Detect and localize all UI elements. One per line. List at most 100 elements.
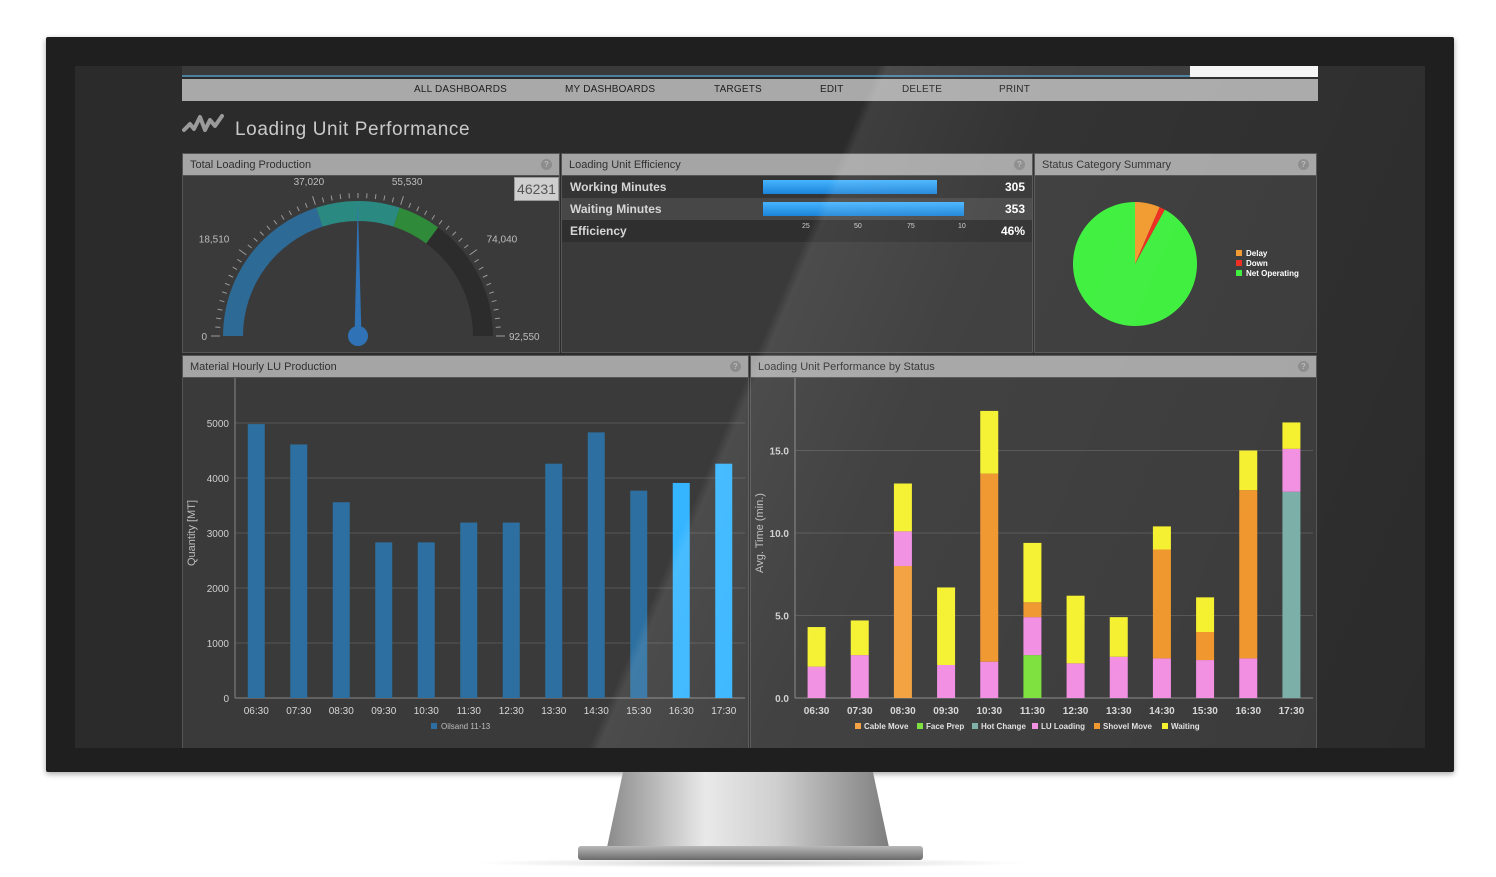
y-axis-label: Avg. Time (min.) [754, 493, 766, 573]
x-tick-label: 11:30 [457, 706, 482, 717]
stacked-segment [1196, 597, 1215, 632]
material-bar [375, 542, 393, 698]
x-tick-label: 09:30 [933, 706, 959, 717]
stacked-segment [1023, 617, 1042, 656]
gauge-tick [339, 194, 342, 200]
gauge-tick [259, 231, 264, 236]
gauge-tick [253, 237, 258, 242]
gauge-tick [416, 206, 420, 212]
material-bar [587, 432, 605, 698]
stacked-segment [1282, 448, 1301, 492]
y-tick-label: 0.0 [775, 694, 789, 705]
gauge-tick [438, 220, 443, 225]
legend-swatch [1236, 250, 1242, 256]
monitor-screen: ALL DASHBOARDS MY DASHBOARDS TARGETS EDI… [75, 66, 1425, 748]
help-icon[interactable]: ? [1298, 159, 1309, 170]
stacked-segment [1066, 595, 1085, 664]
gauge-tick [219, 299, 225, 303]
gauge-tick [247, 244, 252, 249]
nav-my-dashboards[interactable]: MY DASHBOARDS [565, 84, 655, 95]
stacked-segment [937, 587, 956, 665]
x-tick-label: 06:30 [244, 706, 269, 717]
gauge-tick [452, 231, 457, 236]
gauge-tick-label: 0 [201, 332, 207, 343]
gauge-tick [280, 214, 285, 220]
y-tick-label: 10.0 [770, 529, 790, 540]
x-tick-label: 14:30 [584, 706, 609, 717]
legend-label: Hot Change [981, 722, 1026, 731]
total-production-panel: Total Loading Production ? 0 18,510 37,020… [182, 153, 560, 353]
row-label: Working Minutes [570, 180, 667, 194]
gauge-tick [232, 266, 238, 270]
x-tick-label: 13:30 [541, 706, 566, 717]
gauge-tick [489, 291, 495, 294]
y-tick-label: 1000 [207, 639, 230, 650]
help-icon[interactable]: ? [541, 159, 552, 170]
gauge-tick-label: 55,530 [392, 177, 423, 188]
performance-status-panel: Loading Unit Performance by Status ? 0.0… [750, 355, 1317, 748]
panel-title: Loading Unit Efficiency [569, 159, 681, 171]
nav-delete[interactable]: DELETE [902, 84, 942, 95]
gauge-tick [296, 206, 300, 212]
gauge-tick [383, 195, 386, 201]
stacked-segment [1023, 655, 1042, 698]
y-tick-label: 3000 [207, 529, 230, 540]
y-tick-label: 5000 [207, 419, 230, 430]
stacked-segment [893, 566, 912, 698]
nav-print[interactable]: PRINT [999, 84, 1030, 95]
panel-title: Material Hourly LU Production [190, 361, 337, 373]
x-tick-label: 16:30 [669, 706, 694, 717]
gauge-tick-label: 74,040 [487, 235, 518, 246]
help-icon[interactable]: ? [1298, 361, 1309, 372]
stacked-segment [850, 655, 869, 698]
legend-swatch [1236, 270, 1242, 276]
stacked-segment [1152, 658, 1171, 698]
nav-targets[interactable]: TARGETS [714, 84, 762, 95]
gauge-tick [482, 274, 488, 278]
stacked-segment [1023, 542, 1042, 603]
stacked-segment [980, 661, 999, 698]
x-tick-label: 14:30 [1149, 706, 1175, 717]
scale-tick: 10 [958, 223, 966, 230]
gauge-tick [431, 214, 436, 220]
legend-swatch [431, 723, 437, 729]
gauge-band [223, 207, 323, 336]
stacked-segment [1152, 549, 1171, 659]
gauge-tick [217, 308, 223, 311]
gauge-tick [486, 282, 492, 286]
gauge-tick [228, 274, 234, 278]
material-bar [545, 463, 563, 698]
help-icon[interactable]: ? [1014, 159, 1025, 170]
y-tick-label: 4000 [207, 474, 230, 485]
page-title: Loading Unit Performance [235, 119, 471, 140]
monitor-stand-shadow [470, 858, 1030, 868]
waiting-minutes-bar [763, 202, 964, 216]
working-minutes-bar [763, 180, 938, 194]
panel-header: Loading Unit Performance by Status ? [751, 356, 1316, 378]
x-tick-label: 15:30 [626, 706, 651, 717]
gauge-tick [391, 197, 395, 203]
stacked-segment [980, 410, 999, 474]
material-bar [630, 490, 648, 698]
stacked-segment [1239, 450, 1258, 491]
gauge-needle [354, 201, 362, 337]
y-tick-label: 2000 [207, 584, 230, 595]
x-tick-label: 07:30 [286, 706, 311, 717]
help-icon[interactable]: ? [730, 361, 741, 372]
gauge-tick-label: 92,550 [509, 332, 540, 343]
gauge-tick [312, 196, 316, 205]
nav-all-dashboards[interactable]: ALL DASHBOARDS [414, 84, 507, 95]
gauge-tick [273, 220, 278, 225]
legend-label: Delay [1246, 249, 1268, 258]
x-tick-label: 15:30 [1192, 706, 1218, 717]
gauge-tick [493, 308, 499, 311]
stacked-segment [1066, 663, 1085, 698]
x-tick-label: 12:30 [499, 706, 524, 717]
x-tick-label: 17:30 [711, 706, 736, 717]
pie-slice [1073, 202, 1197, 326]
gauge-tick-label: 18,510 [199, 235, 230, 246]
nav-edit[interactable]: EDIT [820, 84, 844, 95]
gauge-tick [374, 194, 377, 200]
gauge-tick [445, 225, 450, 230]
legend-item: Down [1236, 259, 1268, 268]
